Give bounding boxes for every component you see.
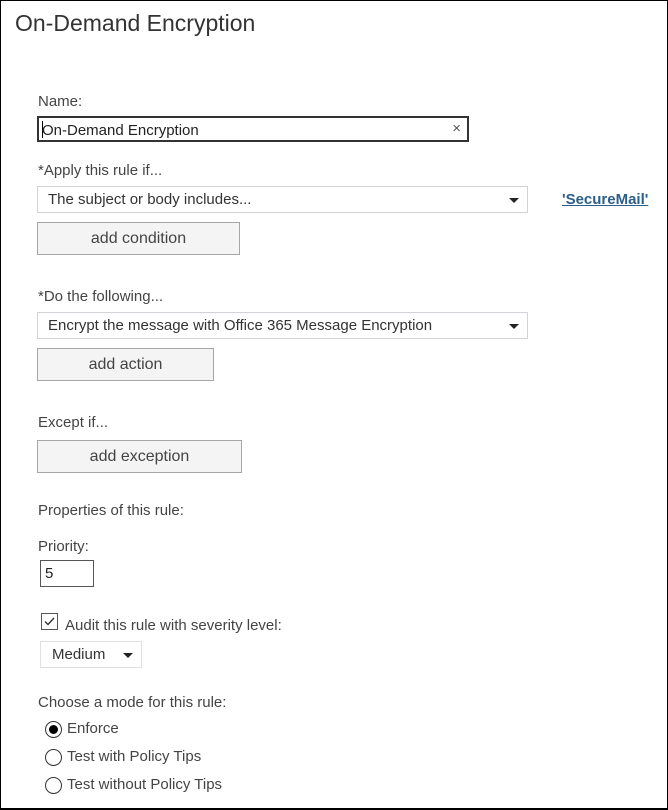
mode-label: Choose a mode for this rule:: [38, 694, 227, 711]
priority-input[interactable]: 5: [40, 560, 94, 587]
audit-label: Audit this rule with severity level:: [65, 617, 282, 634]
add-condition-button[interactable]: add condition: [37, 222, 240, 255]
mode-option-label: Test without Policy Tips: [67, 776, 223, 793]
do-following-label: *Do the following...: [38, 288, 164, 305]
page-title: On-Demand Encryption: [15, 10, 256, 36]
mode-option-label: Enforce: [67, 720, 119, 737]
chevron-down-icon: [509, 198, 519, 203]
add-action-button[interactable]: add action: [37, 348, 214, 381]
action-select-value: Encrypt the message with Office 365 Mess…: [48, 317, 433, 334]
mode-option-label: Test with Policy Tips: [67, 748, 202, 765]
apply-rule-label: *Apply this rule if...: [38, 162, 163, 179]
chevron-down-icon: [123, 653, 133, 658]
properties-heading: Properties of this rule:: [38, 502, 184, 519]
priority-label: Priority:: [38, 538, 89, 555]
name-input-value: On-Demand Encryption: [42, 122, 199, 139]
condition-select[interactable]: The subject or body includes...: [37, 186, 528, 213]
clear-icon[interactable]: ×: [452, 120, 461, 137]
severity-select[interactable]: Medium: [40, 641, 142, 668]
severity-select-value: Medium: [52, 646, 106, 663]
add-exception-button[interactable]: add exception: [37, 440, 242, 473]
checkmark-icon: [44, 617, 55, 626]
radio-icon: [45, 749, 62, 766]
securemail-keyword-link[interactable]: 'SecureMail': [562, 191, 648, 208]
radio-icon: [45, 777, 62, 794]
except-if-label: Except if...: [38, 414, 109, 431]
chevron-down-icon: [509, 324, 519, 329]
audit-checkbox[interactable]: [41, 613, 58, 630]
condition-select-value: The subject or body includes...: [48, 191, 252, 208]
name-input[interactable]: On-Demand Encryption ×: [37, 116, 469, 142]
name-label: Name:: [38, 93, 83, 110]
action-select[interactable]: Encrypt the message with Office 365 Mess…: [37, 312, 528, 339]
priority-value: 5: [45, 565, 54, 582]
radio-selected-icon: [45, 721, 62, 738]
